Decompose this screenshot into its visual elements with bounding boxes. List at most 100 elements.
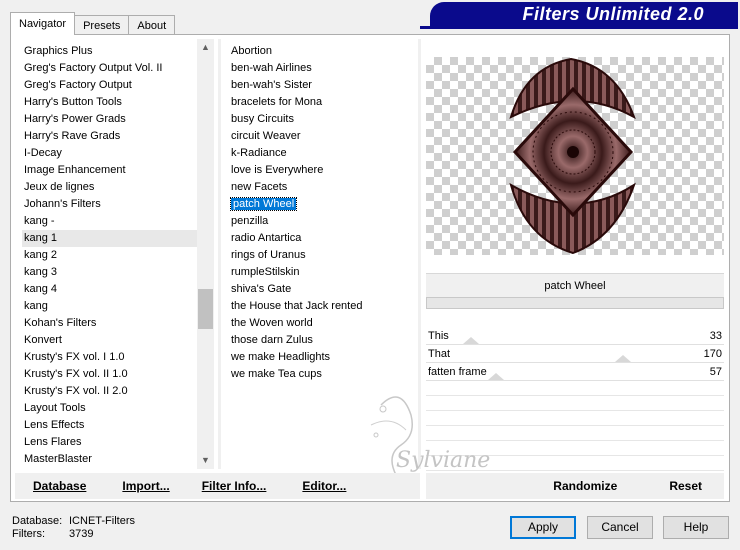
navigator-toolbar: Database Import... Filter Info... Editor…: [15, 473, 420, 499]
filter-item[interactable]: ben-wah Airlines: [229, 60, 419, 77]
category-item[interactable]: Greg's Factory Output: [22, 77, 202, 94]
category-item[interactable]: Konvert: [22, 332, 202, 349]
category-item[interactable]: Lens Effects: [22, 417, 202, 434]
filter-item-label: rumpleStilskin: [231, 266, 300, 278]
category-item[interactable]: kang: [22, 298, 202, 315]
slider-knob[interactable]: [462, 337, 479, 344]
category-item-label: Konvert: [24, 334, 62, 346]
database-button[interactable]: Database: [33, 479, 86, 493]
category-item-label: Harry's Button Tools: [24, 96, 122, 108]
filter-item[interactable]: circuit Weaver: [229, 128, 419, 145]
category-item[interactable]: Johann's Filters: [22, 196, 202, 213]
database-label: Database:: [12, 515, 63, 527]
category-item[interactable]: Harry's Power Grads: [22, 111, 202, 128]
scrollbar-thumb[interactable]: [198, 289, 213, 329]
category-item[interactable]: Greg's Factory Output Vol. II: [22, 60, 202, 77]
empty-slider-row: [426, 381, 724, 396]
slider-value: 33: [709, 330, 722, 342]
category-item[interactable]: Kohan's Filters: [22, 315, 202, 332]
category-item-label: Krusty's FX vol. II 2.0: [24, 385, 128, 397]
filter-item[interactable]: we make Tea cups: [229, 366, 419, 383]
filter-item[interactable]: ben-wah's Sister: [229, 77, 419, 94]
filter-name-label: patch Wheel: [426, 273, 724, 297]
apply-button[interactable]: Apply: [510, 516, 576, 539]
category-item[interactable]: Krusty's FX vol. II 2.0: [22, 383, 202, 400]
reset-button[interactable]: Reset: [669, 479, 702, 493]
filter-item[interactable]: Abortion: [229, 43, 419, 60]
filter-item[interactable]: the House that Jack rented: [229, 298, 419, 315]
filter-item[interactable]: rumpleStilskin: [229, 264, 419, 281]
category-list[interactable]: Graphics Plus Greg's Factory Output Vol. …: [22, 43, 202, 468]
filter-preview: [426, 57, 724, 255]
empty-slider-row: [426, 411, 724, 426]
category-item[interactable]: Harry's Rave Grads: [22, 128, 202, 145]
scroll-up-icon[interactable]: ▲: [197, 39, 214, 56]
category-item[interactable]: Lens Flares: [22, 434, 202, 451]
editor-button[interactable]: Editor...: [302, 479, 346, 493]
cancel-button[interactable]: Cancel: [587, 516, 653, 539]
slider-knob[interactable]: [488, 373, 505, 380]
filter-item[interactable]: love is Everywhere: [229, 162, 419, 179]
import-button[interactable]: Import...: [122, 479, 169, 493]
tab-about[interactable]: About: [128, 15, 176, 35]
category-item-label: kang 1: [24, 232, 58, 244]
filter-item[interactable]: we make Headlights: [229, 349, 419, 366]
filter-item[interactable]: radio Antartica: [229, 230, 419, 247]
category-item[interactable]: kang 1: [22, 230, 202, 247]
tab-presets[interactable]: Presets: [74, 15, 130, 35]
category-item[interactable]: Jeux de lignes: [22, 179, 202, 196]
slider-fatten-frame[interactable]: fatten frame 57: [426, 363, 724, 381]
category-item[interactable]: MasterBlaster: [22, 451, 202, 468]
randomize-button[interactable]: Randomize: [553, 479, 617, 493]
filter-item-label: busy Circuits: [231, 113, 294, 125]
category-item-label: Lens Effects: [24, 419, 85, 431]
filter-info-bar: [426, 297, 724, 309]
filter-info-button[interactable]: Filter Info...: [202, 479, 267, 493]
category-item[interactable]: Krusty's FX vol. II 1.0: [22, 366, 202, 383]
filter-item[interactable]: bracelets for Mona: [229, 94, 419, 111]
filter-item-label: radio Antartica: [231, 232, 302, 244]
filter-item[interactable]: busy Circuits: [229, 111, 419, 128]
category-item-label: Harry's Rave Grads: [24, 130, 121, 142]
empty-slider-row: [426, 396, 724, 411]
category-item[interactable]: I-Decay: [22, 145, 202, 162]
tab-navigator[interactable]: Navigator: [10, 12, 76, 35]
category-item[interactable]: kang -: [22, 213, 202, 230]
category-item[interactable]: Graphics Plus: [22, 43, 202, 60]
app-title: Filters Unlimited 2.0: [522, 3, 704, 24]
filter-list[interactable]: Abortion ben-wah Airlines ben-wah's Sister…: [229, 43, 419, 383]
filter-item[interactable]: the Woven world: [229, 315, 419, 332]
filter-item[interactable]: penzilla: [229, 213, 419, 230]
category-item[interactable]: Image Enhancement: [22, 162, 202, 179]
category-item[interactable]: Krusty's FX vol. I 1.0: [22, 349, 202, 366]
category-item-label: Greg's Factory Output: [24, 79, 132, 91]
preview-image: [509, 57, 636, 255]
help-button[interactable]: Help: [663, 516, 729, 539]
filter-item[interactable]: those darn Zulus: [229, 332, 419, 349]
filter-item-label: rings of Uranus: [231, 249, 306, 261]
filter-item[interactable]: new Facets: [229, 179, 419, 196]
slider-knob[interactable]: [614, 355, 631, 362]
filter-item-label: we make Tea cups: [231, 368, 322, 380]
category-item-label: Layout Tools: [24, 402, 86, 414]
list-divider: [218, 39, 221, 469]
category-item[interactable]: Layout Tools: [22, 400, 202, 417]
category-scrollbar[interactable]: ▲ ▼: [197, 39, 214, 469]
filter-item[interactable]: shiva's Gate: [229, 281, 419, 298]
scroll-down-icon[interactable]: ▼: [197, 452, 214, 469]
category-item[interactable]: kang 4: [22, 281, 202, 298]
category-item-label: Greg's Factory Output Vol. II: [24, 62, 163, 74]
category-item[interactable]: Harry's Button Tools: [22, 94, 202, 111]
slider-that[interactable]: That 170: [426, 345, 724, 363]
slider-this[interactable]: This 33: [426, 327, 724, 345]
filter-item[interactable]: rings of Uranus: [229, 247, 419, 264]
category-item-label: Johann's Filters: [24, 198, 101, 210]
slider-group: This 33 That 170 fatten frame 57: [426, 327, 724, 471]
filter-item[interactable]: k-Radiance: [229, 145, 419, 162]
category-item-label: Kohan's Filters: [24, 317, 97, 329]
filter-item[interactable]: patch Wheel: [229, 196, 419, 213]
slider-value: 57: [709, 366, 722, 378]
category-item[interactable]: kang 3: [22, 264, 202, 281]
category-item-label: Image Enhancement: [24, 164, 126, 176]
category-item[interactable]: kang 2: [22, 247, 202, 264]
